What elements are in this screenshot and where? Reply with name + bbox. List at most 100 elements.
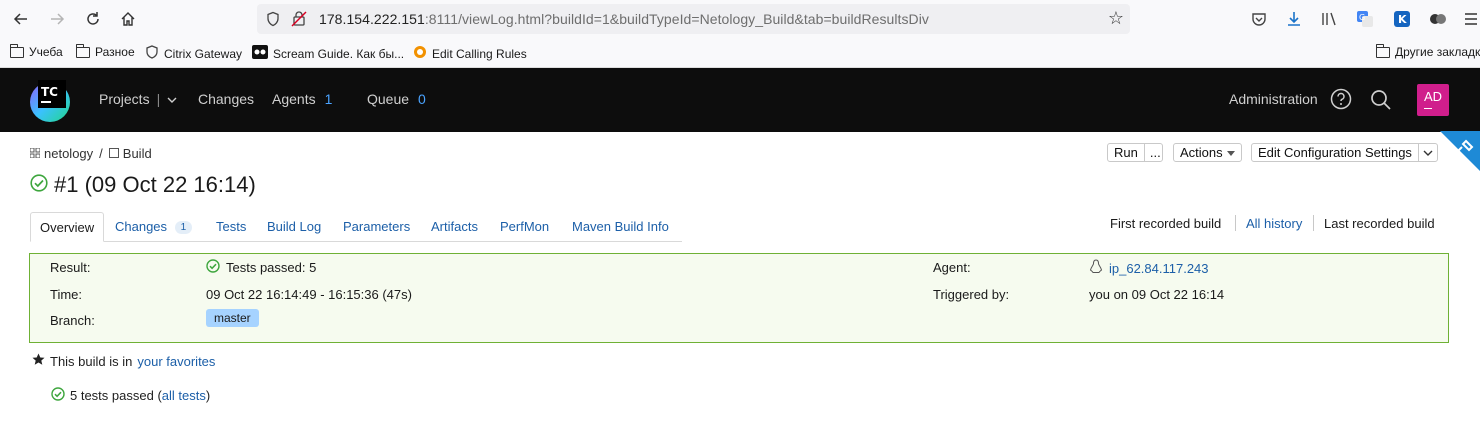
breadcrumb: netology / Build <box>29 146 152 161</box>
tab-label: Parameters <box>343 219 411 234</box>
tab-label: Overview <box>40 220 95 235</box>
result-text: Tests passed: 5 <box>226 260 317 275</box>
svg-text:G: G <box>1359 13 1365 22</box>
forward-icon[interactable] <box>39 0 75 38</box>
nav-agents[interactable]: Agents 1 <box>272 91 332 107</box>
tab-build-log[interactable]: Build Log <box>267 212 321 242</box>
first-recorded-build-link[interactable]: First recorded build <box>1110 216 1221 231</box>
chevron-down-icon[interactable] <box>1417 144 1437 161</box>
branch-badge[interactable]: master <box>206 309 259 327</box>
tab-parameters[interactable]: Parameters <box>343 212 410 242</box>
breadcrumb-separator: / <box>99 146 103 161</box>
tab-label: PerfMon <box>500 219 550 234</box>
tracking-shield-icon[interactable] <box>265 11 281 27</box>
queue-count: 0 <box>418 91 426 107</box>
tab-overview[interactable]: Overview <box>30 212 105 242</box>
menu-icon[interactable] <box>1461 9 1480 29</box>
bookmark-label: Edit Calling Rules <box>432 46 527 61</box>
translate-icon[interactable]: G <box>1355 9 1375 29</box>
favorites-note: This build is in your favorites <box>32 353 215 369</box>
bookmark-scream-guide[interactable]: Scream Guide. Как бы... <box>252 45 404 62</box>
all-tests-link[interactable]: all tests <box>162 388 206 403</box>
browser-toolbar: 178.154.222.151:8111/viewLog.html?buildI… <box>0 0 1480 38</box>
nav-agents-label: Agents <box>272 91 316 107</box>
tab-maven-build-info[interactable]: Maven Build Info <box>572 212 669 242</box>
nav-divider: | <box>156 91 161 107</box>
actions-label: Actions <box>1180 145 1223 160</box>
url-path: :8111/viewLog.html?buildId=1&buildTypeId… <box>424 11 929 27</box>
agent-label: Agent: <box>933 260 971 275</box>
insecure-lock-icon[interactable] <box>291 10 307 28</box>
avatar[interactable]: AD <box>1417 84 1449 116</box>
bookmark-citrix-gateway[interactable]: Citrix Gateway <box>145 45 242 62</box>
search-icon[interactable] <box>1370 89 1392 114</box>
library-icon[interactable] <box>1320 9 1340 29</box>
administration-link[interactable]: Administration <box>1229 91 1318 107</box>
tab-changes[interactable]: Changes 1 <box>115 212 193 242</box>
tests-text: 5 tests passed ( <box>70 388 162 403</box>
citrix-icon <box>145 45 159 62</box>
edit-configuration-button[interactable]: Edit Configuration Settings <box>1251 143 1438 162</box>
tab-tests[interactable]: Tests <box>216 212 246 242</box>
favorites-link[interactable]: your favorites <box>137 354 215 369</box>
nav-changes-label: Changes <box>198 91 255 107</box>
time-value: 09 Oct 22 16:14:49 - 16:15:36 (47s) <box>206 287 412 302</box>
bookmark-label: Разное <box>95 45 135 59</box>
agent-link[interactable]: ip_62.84.117.243 <box>1109 261 1209 276</box>
star-icon[interactable] <box>32 353 45 369</box>
corner-plugin-icon[interactable] <box>1440 131 1480 171</box>
agent-value: ip_62.84.117.243 <box>1089 259 1209 277</box>
reload-icon[interactable] <box>75 0 111 38</box>
run-button[interactable]: Run <box>1108 144 1145 161</box>
bookmark-edit-calling-rules[interactable]: Edit Calling Rules <box>413 45 527 62</box>
url-host: 178.154.222.151 <box>319 11 425 27</box>
chevron-down-icon[interactable] <box>167 91 177 107</box>
build-config-icon <box>108 146 119 161</box>
extension-mask-icon[interactable] <box>1428 9 1448 29</box>
url-text[interactable]: 178.154.222.151:8111/viewLog.html?buildI… <box>319 11 929 27</box>
bookmark-folder-raznoe[interactable]: Разное <box>76 43 135 59</box>
teamcity-logo[interactable]: TC <box>28 76 76 124</box>
tab-artifacts[interactable]: Artifacts <box>431 212 478 242</box>
rules-icon <box>413 45 427 62</box>
project-grid-icon <box>29 146 41 161</box>
build-title: #1 (09 Oct 22 16:14) <box>54 172 256 197</box>
success-check-icon <box>206 259 220 276</box>
bookmark-label: Scream Guide. Как бы... <box>273 46 405 61</box>
build-summary-box: Result: Tests passed: 5 Time: 09 Oct 22 … <box>29 253 1449 343</box>
scream-icon <box>252 45 268 62</box>
pocket-icon[interactable] <box>1249 9 1269 29</box>
nav-queue[interactable]: Queue 0 <box>367 91 426 107</box>
nav-changes[interactable]: Changes <box>198 91 254 107</box>
downloads-icon[interactable] <box>1284 9 1304 29</box>
last-recorded-build-link[interactable]: Last recorded build <box>1324 216 1435 231</box>
bookmark-star-icon[interactable]: ☆ <box>1108 8 1124 29</box>
bookmark-other[interactable]: Другие закладки <box>1376 43 1480 59</box>
tests-suffix: ) <box>205 388 211 403</box>
breadcrumb-build[interactable]: Build <box>123 146 152 161</box>
run-custom-button[interactable]: ... <box>1145 145 1166 160</box>
tab-perfmon[interactable]: PerfMon <box>500 212 549 242</box>
linux-icon <box>1089 259 1103 277</box>
home-icon[interactable] <box>110 0 146 38</box>
result-value: Tests passed: 5 <box>206 259 316 276</box>
success-check-icon <box>30 172 48 198</box>
back-icon[interactable] <box>3 0 39 38</box>
nav-queue-label: Queue <box>367 91 410 107</box>
svg-text:K: K <box>1398 13 1407 26</box>
url-bar[interactable]: 178.154.222.151:8111/viewLog.html?buildI… <box>257 4 1130 34</box>
administration-label: Administration <box>1229 91 1318 107</box>
breadcrumb-project[interactable]: netology <box>44 146 93 161</box>
nav-projects[interactable]: Projects | <box>99 91 177 107</box>
help-icon[interactable] <box>1330 88 1352 113</box>
branch-label: Branch: <box>50 313 95 328</box>
time-label: Time: <box>50 287 83 302</box>
folder-icon <box>76 43 90 58</box>
bookmark-label: Citrix Gateway <box>164 46 243 61</box>
all-history-link[interactable]: All history <box>1246 216 1302 231</box>
extension-k-icon[interactable]: K <box>1392 9 1412 29</box>
tab-label: Artifacts <box>431 219 478 234</box>
actions-button[interactable]: Actions <box>1173 143 1242 162</box>
bookmark-folder-ucheba[interactable]: Учеба <box>10 43 63 59</box>
result-label: Result: <box>50 260 91 275</box>
